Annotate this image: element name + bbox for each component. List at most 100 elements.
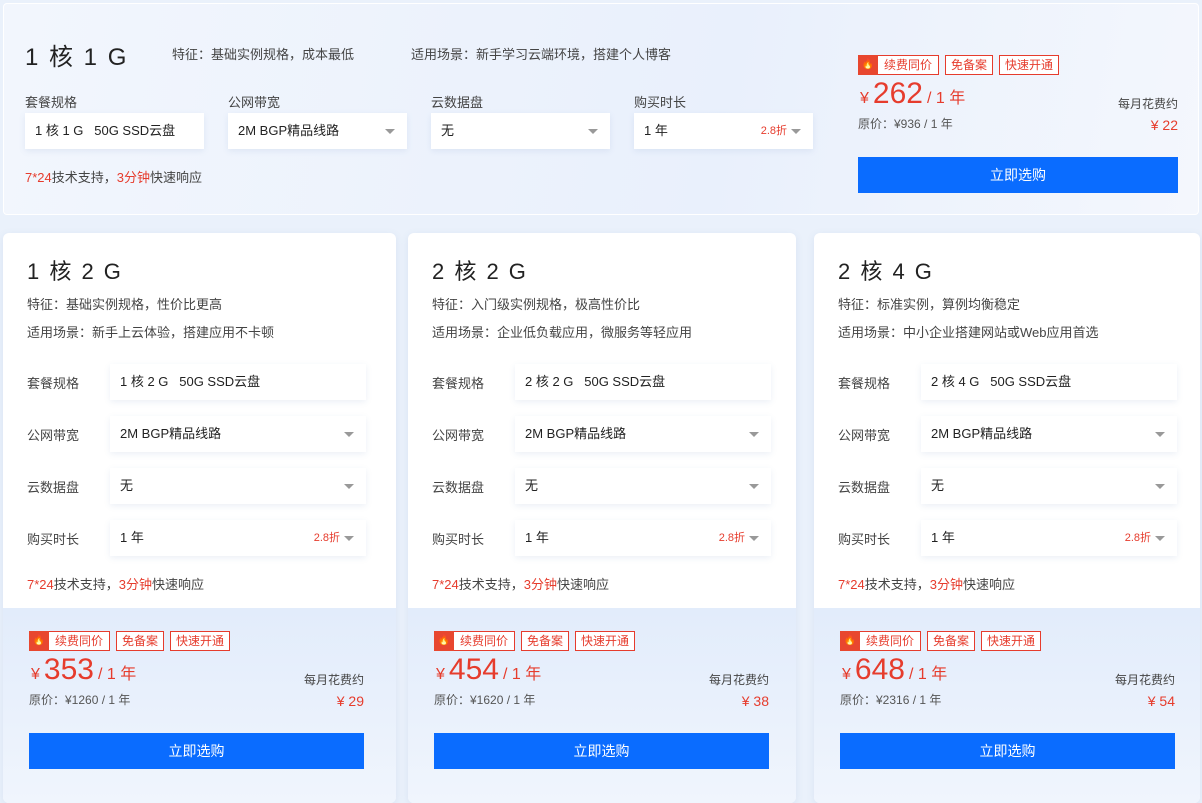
monthly-label: 每月花费约 (1114, 673, 1175, 687)
spec-field[interactable]: 2 核 2 G 50G SSD云盘 (515, 364, 771, 400)
buy-button[interactable]: 立即选购 (858, 157, 1178, 193)
price-value: 262 (872, 77, 923, 110)
chevron-down-icon (344, 536, 354, 541)
plan-scene: 适用场景：新手上云体验，搭建应用不卡顿 (27, 325, 275, 340)
buy-button[interactable]: 立即选购 (29, 733, 364, 769)
original-price: 原价：¥936 / 1 年 (858, 117, 953, 131)
tag-no-filing: 免备案 (116, 631, 165, 651)
chevron-down-icon (385, 129, 395, 134)
support-text: 7*24技术支持，3分钟快速响应 (27, 574, 204, 593)
duration-select-value: 1 年 (931, 530, 955, 545)
tag-list: 🔥 续费同价 免备案 快速开通 (858, 55, 1060, 75)
support-hours: 7*24 (432, 577, 459, 592)
plan-scene: 适用场景：中小企业搭建网站或Web应用首选 (838, 325, 1099, 340)
support-text: 7*24技术支持，3分钟快速响应 (432, 574, 609, 593)
original-price: 原价：¥2316 / 1 年 (840, 693, 942, 707)
price-period: / 1 年 (908, 666, 948, 683)
fire-icon: 🔥 (858, 55, 878, 75)
spec-field[interactable]: 1 核 2 G 50G SSD云盘 (110, 364, 366, 400)
plan-feature: 特征：基础实例规格，性价比更高 (27, 297, 223, 312)
response-time: 3分钟 (523, 577, 557, 592)
plan-title: 2 核 4 G (838, 259, 934, 284)
spec-field-value: 1 核 2 G 50G SSD云盘 (120, 374, 261, 389)
currency: ¥ (436, 666, 445, 683)
bandwidth-select[interactable]: 2M BGP精品线路 (110, 416, 366, 452)
tag-label: 续费同价 (460, 634, 509, 648)
field-label: 购买时长 (27, 532, 80, 547)
chevron-down-icon (749, 432, 759, 437)
response-label: 快速响应 (150, 170, 203, 185)
price-value: 454 (448, 653, 499, 686)
fire-icon: 🔥 (434, 631, 454, 651)
response-label: 快速响应 (557, 577, 610, 592)
buy-button[interactable]: 立即选购 (840, 733, 1175, 769)
duration-select[interactable]: 1 年 2.8折 (515, 520, 771, 556)
bandwidth-select[interactable]: 2M BGP精品线路 (228, 113, 407, 149)
support-hours: 7*24 (27, 577, 54, 592)
spec-field[interactable]: 2 核 4 G 50G SSD云盘 (921, 364, 1177, 400)
field-label: 公网带宽 (432, 428, 485, 443)
bandwidth-select[interactable]: 2M BGP精品线路 (515, 416, 771, 452)
duration-select-value: 1 年 (525, 530, 549, 545)
tag-label: 续费同价 (866, 634, 915, 648)
price: ¥648/ 1 年 (842, 653, 947, 687)
chevron-down-icon (1155, 536, 1165, 541)
tag-renewal: 🔥 续费同价 (434, 631, 516, 651)
field-label: 套餐规格 (25, 95, 78, 110)
field-label: 公网带宽 (27, 428, 80, 443)
plan-scene: 适用场景：新手学习云端环境，搭建个人博客 (411, 47, 672, 62)
plan-card: 2 核 2 G 特征：入门级实例规格，极高性价比 适用场景：企业低负载应用，微服务等… (408, 233, 796, 803)
bandwidth-select[interactable]: 2M BGP精品线路 (921, 416, 1177, 452)
tag-fast-open: 快速开通 (170, 631, 231, 651)
support-hours: 7*24 (838, 577, 865, 592)
fire-icon: 🔥 (840, 631, 860, 651)
monthly-price: ¥ 22 (1150, 117, 1178, 133)
duration-select[interactable]: 1 年 2.8折 (634, 113, 813, 149)
monthly-price: ¥ 54 (1147, 693, 1175, 709)
chevron-down-icon (791, 129, 801, 134)
tag-renewal: 🔥 续费同价 (29, 631, 111, 651)
chevron-down-icon (749, 536, 759, 541)
plan-title: 1 核 1 G (25, 44, 129, 71)
price-period: / 1 年 (926, 90, 966, 107)
tag-list: 🔥 续费同价 免备案 快速开通 (29, 631, 231, 651)
disk-select[interactable]: 无 (515, 468, 771, 504)
support-label: 技术支持， (51, 170, 117, 185)
tag-no-filing: 免备案 (521, 631, 570, 651)
fire-icon: 🔥 (29, 631, 49, 651)
duration-select[interactable]: 1 年 2.8折 (110, 520, 366, 556)
support-text: 7*24技术支持，3分钟快速响应 (25, 167, 202, 186)
tag-fast-open: 快速开通 (999, 55, 1060, 75)
tag-renewal: 🔥 续费同价 (840, 631, 922, 651)
bandwidth-select-value: 2M BGP精品线路 (525, 426, 627, 441)
field-label: 购买时长 (432, 532, 485, 547)
field-label: 云数据盘 (838, 480, 891, 495)
support-hours: 7*24 (25, 170, 52, 185)
buy-button[interactable]: 立即选购 (434, 733, 769, 769)
disk-select[interactable]: 无 (431, 113, 610, 149)
support-label: 技术支持， (53, 577, 119, 592)
response-time: 3分钟 (929, 577, 963, 592)
price: ¥262/ 1 年 (860, 77, 965, 111)
field-label: 购买时长 (838, 532, 891, 547)
spec-field-value: 1 核 1 G 50G SSD云盘 (35, 123, 176, 138)
tag-fast-open: 快速开通 (575, 631, 636, 651)
disk-select-value: 无 (931, 478, 945, 493)
original-price: 原价：¥1260 / 1 年 (29, 693, 131, 707)
disk-select[interactable]: 无 (110, 468, 366, 504)
duration-select[interactable]: 1 年 2.8折 (921, 520, 1177, 556)
monthly-label: 每月花费约 (303, 673, 364, 687)
price: ¥454/ 1 年 (436, 653, 541, 687)
disk-select-value: 无 (120, 478, 134, 493)
chevron-down-icon (749, 484, 759, 489)
disk-select-value: 无 (525, 478, 539, 493)
disk-select-value: 无 (441, 123, 455, 138)
plan-card: 1 核 2 G 特征：基础实例规格，性价比更高适用场景：新手上云体验，搭建应用不卡… (3, 233, 396, 803)
disk-select[interactable]: 无 (921, 468, 1177, 504)
field-label: 套餐规格 (432, 376, 485, 391)
chevron-down-icon (588, 129, 598, 134)
support-label: 技术支持， (458, 577, 524, 592)
plan-title: 2 核 2 G (432, 259, 528, 284)
plan-title: 1 核 2 G (27, 259, 123, 284)
spec-field[interactable]: 1 核 1 G 50G SSD云盘 (25, 113, 204, 149)
